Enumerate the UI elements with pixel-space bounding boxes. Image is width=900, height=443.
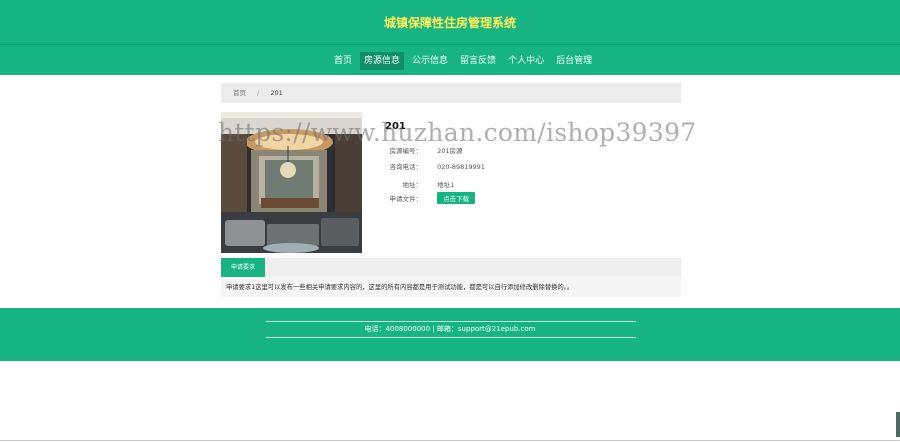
info-label: 申请文件： [389,195,423,203]
scroll-to-top-tab[interactable] [896,412,900,437]
info-label: 地址： [402,181,423,189]
requirements-content: 申请要求1这里可以发布一些相关申请要求内容的，这里的所有内容都是用于测试功能，都… [221,278,681,297]
info-row-address: 地址： 地址1 [385,179,455,189]
download-button[interactable]: 点击下载 [437,192,476,204]
breadcrumb-separator: / [257,89,260,97]
site-header: 城镇保障性住房管理系统 [0,0,900,44]
nav-item-home[interactable]: 首页 [330,52,356,70]
site-footer: 电话：4008000000 | 邮箱：support@21epub.com [0,308,900,361]
info-value: 地址1 [437,181,455,189]
bottom-divider [0,440,900,441]
footer-divider-top [266,321,636,322]
watermark-text: https://www.huzhan.com/ishop39397 [218,118,697,147]
info-value: 020-89819991 [437,163,485,171]
nav-item-admin[interactable]: 后台管理 [552,52,596,70]
main-nav: 首页 房源信息 公示信息 留言反馈 个人中心 后台管理 [0,44,900,75]
breadcrumb-current: 201 [270,89,283,97]
info-row-phone: 咨询电话： 020-89819991 [385,161,485,171]
info-label: 咨询电话： [389,163,423,171]
breadcrumb: 首页 / 201 [221,83,681,103]
tab-requirements[interactable]: 申请要求 [221,258,265,277]
footer-divider-bottom [266,337,636,338]
nav-item-feedback[interactable]: 留言反馈 [456,52,500,70]
info-value: 201房源 [437,147,463,155]
nav-item-public-notice[interactable]: 公示信息 [408,52,452,70]
info-row-file: 申请文件： 点击下载 [385,192,476,204]
footer-contact: 电话：4008000000 | 邮箱：support@21epub.com [364,325,536,333]
nav-item-personal-center[interactable]: 个人中心 [504,52,548,70]
detail-tabs: 申请要求 [221,258,681,277]
nav-item-housing-info[interactable]: 房源信息 [360,52,405,70]
breadcrumb-home-link[interactable]: 首页 [233,89,246,97]
site-title: 城镇保障性住房管理系统 [383,16,516,30]
